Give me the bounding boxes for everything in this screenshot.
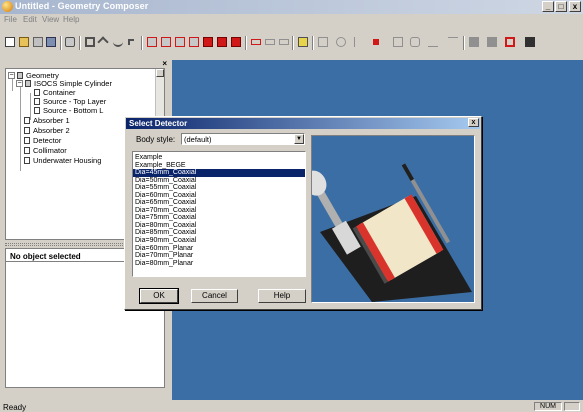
menu-help[interactable]: Help bbox=[63, 15, 79, 24]
status-text: Ready bbox=[3, 403, 27, 412]
menu-view[interactable]: View bbox=[42, 15, 59, 24]
pan-icon[interactable] bbox=[354, 37, 364, 47]
toolbar-separator bbox=[312, 36, 314, 50]
toolbar-separator bbox=[141, 36, 143, 50]
close-button[interactable]: x bbox=[569, 1, 581, 12]
app-icon bbox=[2, 1, 13, 12]
component-icon bbox=[24, 157, 30, 164]
user-icon[interactable] bbox=[448, 37, 458, 47]
num-lock-indicator: NUM bbox=[534, 402, 562, 411]
print-icon[interactable] bbox=[65, 37, 75, 47]
wire-icon[interactable] bbox=[428, 37, 438, 47]
component-icon bbox=[24, 117, 30, 124]
export-icon[interactable] bbox=[525, 37, 535, 47]
body-style-label: Body style: bbox=[136, 135, 176, 144]
zoom-window-icon[interactable] bbox=[318, 37, 328, 47]
detector-list-item[interactable]: Dia=45mm_Coaxial bbox=[133, 169, 305, 177]
window-title: Untitled - Geometry Composer bbox=[15, 1, 149, 11]
menu-bar: File Edit View Help bbox=[0, 14, 583, 25]
collapse-icon[interactable]: − bbox=[16, 80, 23, 87]
select-detector-dialog: Select Detector x Body style: (default) … bbox=[124, 116, 482, 310]
toolbar-separator bbox=[60, 36, 62, 50]
detector-list-item[interactable]: Dia=80mm_Planar bbox=[133, 260, 305, 268]
frame-icon[interactable] bbox=[505, 37, 515, 47]
scroll-up-button[interactable] bbox=[156, 69, 164, 77]
add-node-icon[interactable] bbox=[97, 36, 109, 48]
rotate-icon[interactable] bbox=[113, 37, 123, 47]
geometry-icon bbox=[17, 72, 23, 79]
table-icon[interactable] bbox=[469, 37, 479, 47]
detector-preview bbox=[311, 135, 475, 303]
component-icon bbox=[24, 147, 30, 154]
help-button[interactable]: Help bbox=[258, 289, 306, 303]
new-file-icon[interactable] bbox=[5, 37, 15, 47]
title-bar: Untitled - Geometry Composer _ □ x bbox=[0, 0, 583, 14]
dialog-close-button[interactable]: x bbox=[468, 118, 479, 127]
toolbar-separator bbox=[463, 36, 465, 50]
render-icon[interactable] bbox=[298, 37, 308, 47]
highlight-icon[interactable] bbox=[373, 39, 379, 45]
detector-list-item[interactable]: Dia=65mm_Coaxial bbox=[133, 199, 305, 207]
view-front-icon[interactable] bbox=[147, 37, 157, 47]
grid-icon[interactable] bbox=[487, 37, 497, 47]
tree-close-button[interactable]: × bbox=[162, 59, 167, 68]
detector-list-item[interactable]: Example_BEGE bbox=[133, 162, 305, 170]
menu-file[interactable]: File bbox=[4, 15, 17, 24]
view-iso-icon[interactable] bbox=[231, 37, 241, 47]
detector-list-item[interactable]: Dia=70mm_Coaxial bbox=[133, 207, 305, 215]
view-back-icon[interactable] bbox=[161, 37, 171, 47]
view-top-icon[interactable] bbox=[203, 37, 213, 47]
geometry-icon bbox=[25, 80, 31, 87]
detector-list-item[interactable]: Example bbox=[133, 154, 305, 162]
detector-list-item[interactable]: Dia=85mm_Coaxial bbox=[133, 229, 305, 237]
view-right-icon[interactable] bbox=[189, 37, 199, 47]
dialog-title-bar: Select Detector bbox=[126, 118, 480, 129]
toolbar-separator bbox=[245, 36, 247, 50]
detector-list-item[interactable]: Dia=70mm_Planar bbox=[133, 252, 305, 260]
detector-list-item[interactable]: Dia=75mm_Coaxial bbox=[133, 214, 305, 222]
menu-edit[interactable]: Edit bbox=[23, 15, 37, 24]
section-2-icon[interactable] bbox=[265, 39, 275, 45]
detector-list[interactable]: Example Example_BEGE Dia=45mm_Coaxial Dia=5… bbox=[132, 151, 306, 277]
detector-list-item[interactable]: Dia=60mm_Coaxial bbox=[133, 192, 305, 200]
detector-list-item[interactable]: Dia=80mm_Coaxial bbox=[133, 222, 305, 230]
open-folder-icon[interactable] bbox=[19, 37, 29, 47]
tree-header: × bbox=[1, 59, 169, 68]
collapse-icon[interactable]: − bbox=[8, 72, 15, 79]
detector-3d-model bbox=[312, 163, 472, 302]
geometry-icon[interactable] bbox=[85, 37, 95, 47]
component-icon bbox=[24, 127, 30, 134]
component-icon bbox=[24, 137, 30, 144]
body-style-value: (default) bbox=[184, 135, 212, 144]
dialog-title: Select Detector bbox=[129, 119, 188, 128]
maximize-button[interactable]: □ bbox=[555, 1, 567, 12]
body-style-dropdown[interactable]: (default) ▼ bbox=[181, 133, 305, 145]
section-3-icon[interactable] bbox=[279, 39, 289, 45]
toolbar-separator bbox=[292, 36, 294, 50]
status-bar: Ready NUM bbox=[0, 401, 583, 412]
probe-icon[interactable] bbox=[410, 37, 420, 47]
component-icon bbox=[34, 89, 40, 96]
measure-icon[interactable] bbox=[393, 37, 403, 47]
detector-list-item[interactable]: Dia=90mm_Coaxial bbox=[133, 237, 305, 245]
open-file-icon[interactable] bbox=[33, 37, 43, 47]
component-icon bbox=[34, 98, 40, 105]
minimize-button[interactable]: _ bbox=[542, 1, 554, 12]
section-icon[interactable] bbox=[251, 39, 261, 45]
move-icon[interactable] bbox=[128, 39, 134, 45]
component-icon bbox=[34, 107, 40, 114]
view-left-icon[interactable] bbox=[175, 37, 185, 47]
zoom-icon[interactable] bbox=[336, 37, 346, 47]
detector-list-item[interactable]: Dia=55mm_Coaxial bbox=[133, 184, 305, 192]
chevron-down-icon[interactable]: ▼ bbox=[294, 134, 304, 144]
detector-list-item[interactable]: Dia=60mm_Planar bbox=[133, 245, 305, 253]
toolbar-separator bbox=[79, 36, 81, 50]
save-icon[interactable] bbox=[46, 37, 56, 47]
status-indicator bbox=[564, 402, 580, 411]
detector-list-item[interactable]: Dia=50mm_Coaxial bbox=[133, 177, 305, 185]
ok-button[interactable]: OK bbox=[139, 288, 179, 304]
cancel-button[interactable]: Cancel bbox=[191, 289, 238, 303]
toolbar bbox=[0, 26, 583, 60]
view-bottom-icon[interactable] bbox=[217, 37, 227, 47]
